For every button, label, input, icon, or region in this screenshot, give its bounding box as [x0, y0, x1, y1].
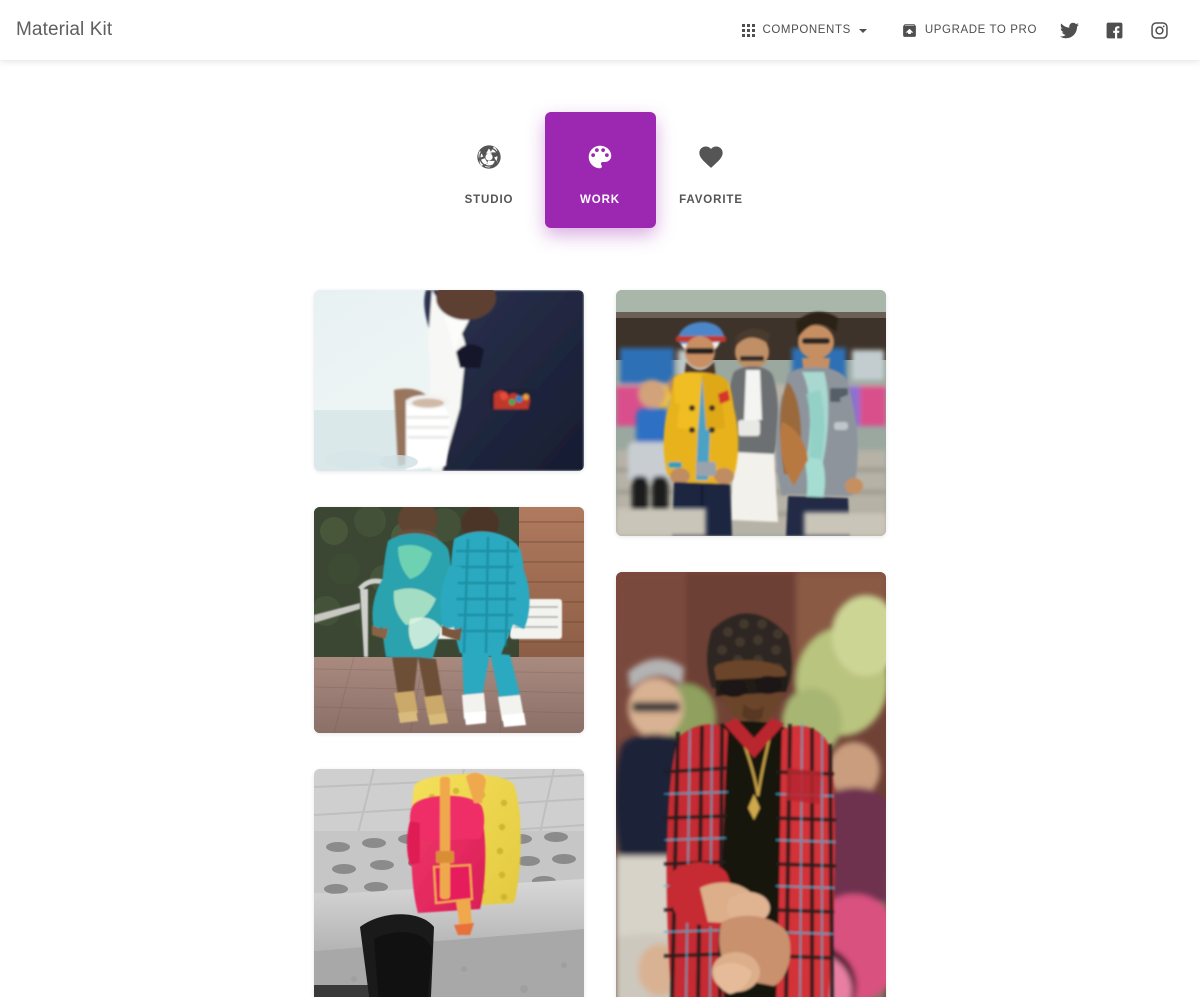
components-menu[interactable]: COMPONENTS — [732, 16, 876, 45]
upgrade-to-pro-button[interactable]: UPGRADE TO PRO — [891, 14, 1047, 47]
chevron-down-icon — [858, 28, 867, 33]
tab-work[interactable]: WORK — [544, 112, 656, 228]
twitter-link[interactable] — [1047, 13, 1092, 48]
gallery-column-left — [314, 290, 584, 997]
tab-favorite-label: FAVORITE — [679, 194, 743, 206]
components-label: COMPONENTS — [762, 24, 851, 36]
navbar-right-group: COMPONENTS UPGRADE TO PRO — [732, 13, 1182, 48]
portfolio-tabs: STUDIO WORK FAVORITE — [0, 112, 1200, 228]
palette-icon — [585, 140, 615, 174]
tab-studio[interactable]: STUDIO — [434, 118, 545, 220]
tab-studio-label: STUDIO — [464, 194, 514, 206]
tab-work-label: WORK — [579, 194, 620, 206]
gallery-photo-street-style[interactable] — [616, 290, 886, 536]
page-body: STUDIO WORK FAVORITE — [0, 60, 1200, 997]
portfolio-gallery — [314, 290, 886, 997]
instagram-link[interactable] — [1137, 13, 1182, 48]
tab-favorite[interactable]: FAVORITE — [656, 118, 767, 220]
facebook-icon — [1105, 21, 1124, 40]
instagram-icon — [1150, 21, 1169, 40]
apps-grid-icon — [742, 23, 756, 37]
top-navbar: Material Kit COMPONENTS UPGRADE TO PRO — [0, 0, 1200, 60]
gallery-photo-suit-coffee[interactable] — [314, 290, 584, 471]
camera-aperture-icon — [475, 140, 503, 174]
heart-icon — [697, 140, 725, 174]
facebook-link[interactable] — [1092, 13, 1137, 48]
twitter-icon — [1060, 21, 1079, 40]
gallery-photo-plaid-shirt[interactable] — [616, 572, 886, 997]
upgrade-label: UPGRADE TO PRO — [924, 24, 1037, 36]
gallery-column-right — [616, 290, 886, 997]
gallery-photo-teal-outfits[interactable] — [314, 507, 584, 733]
unarchive-icon — [901, 22, 918, 39]
gallery-photo-backpack[interactable] — [314, 769, 584, 997]
brand-logo[interactable]: Material Kit — [16, 19, 112, 41]
